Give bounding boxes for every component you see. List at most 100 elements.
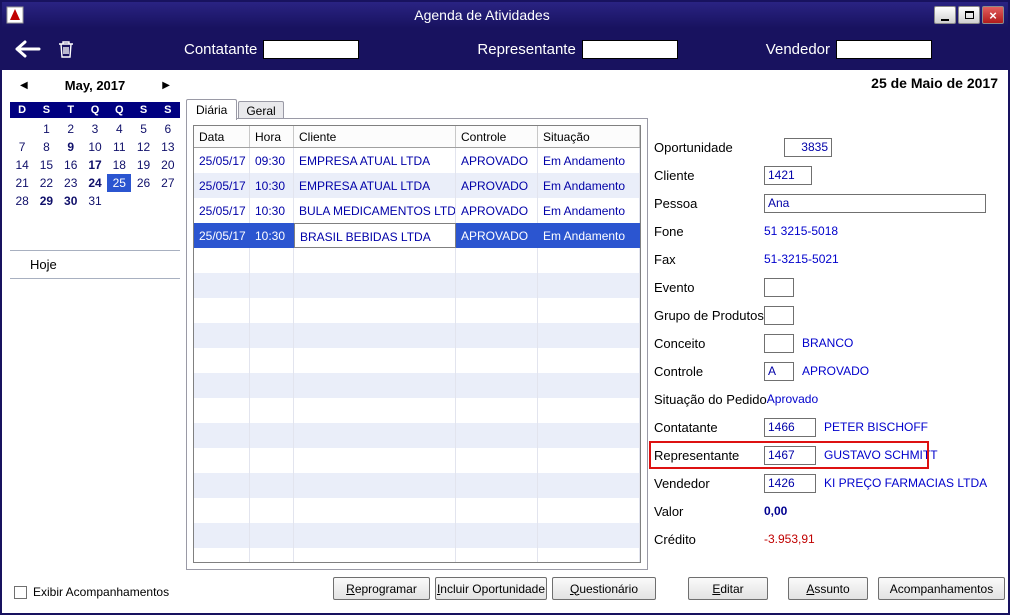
calendar-day-27[interactable]: 27 [156,174,180,192]
previous-month-icon[interactable]: ◀ [20,80,28,91]
toolbar: Contatante Representante Vendedor [2,28,1008,70]
calendar-day-31[interactable]: 31 [83,192,107,210]
calendar-empty-cell [107,192,131,210]
calendar-day-4[interactable]: 4 [107,120,131,138]
cell-hora: 10:30 [250,173,294,198]
controle-field[interactable]: A [764,361,794,381]
table-row[interactable]: 25/05/17 10:30 BULA MEDICAMENTOS LTDA APROV… [194,198,640,223]
column-header-cliente[interactable]: Cliente [294,126,456,147]
maximize-button[interactable] [958,6,980,24]
calendar-day-21[interactable]: 21 [10,174,34,192]
column-header-hora[interactable]: Hora [250,126,294,147]
table-row[interactable]: 25/05/17 09:30 EMPRESA ATUAL LTDA APROVADO E… [194,148,640,173]
calendar-day-17[interactable]: 17 [83,156,107,174]
table-row-empty [194,448,640,473]
column-header-data[interactable]: Data [194,126,250,147]
calendar-day-8[interactable]: 8 [34,138,58,156]
cell-hora [250,373,294,398]
calendar-day-25[interactable]: 25 [107,174,132,192]
calendar-day-19[interactable]: 19 [131,156,155,174]
calendar-day-22[interactable]: 22 [34,174,58,192]
grupo-de-produtos-field[interactable] [764,305,794,325]
today-button[interactable]: Hoje [10,251,180,278]
calendar-day-5[interactable]: 5 [131,120,155,138]
table-row[interactable]: 25/05/17 10:30 EMPRESA ATUAL LTDA APROVADO E… [194,173,640,198]
buttons-row: Reprogramar Incluir Oportunidade Questioná… [333,577,1005,600]
cliente-field[interactable]: 1421 [764,165,812,185]
table-row-empty [194,373,640,398]
calendar-day-11[interactable]: 11 [107,138,131,156]
editar-button[interactable]: Editar [688,577,768,600]
cell-situacao: Em Andamento [538,148,640,173]
calendar-day-16[interactable]: 16 [59,156,83,174]
credito-label: Crédito [654,531,696,547]
incluir-oportunidade-button[interactable]: Incluir Oportunidade [435,577,547,600]
calendar-day-18[interactable]: 18 [107,156,131,174]
reprogramar-button[interactable]: Reprogramar [333,577,430,600]
calendar-day-20[interactable]: 20 [156,156,180,174]
calendar-day-9[interactable]: 9 [59,138,83,156]
contatante-toolbar-input[interactable] [263,39,360,59]
vendedor-label: Vendedor [654,475,710,491]
minimize-icon [941,18,949,21]
vendedor-field[interactable]: 1426 [764,473,816,493]
next-month-icon[interactable]: ▶ [162,80,170,91]
table-row-empty [194,423,640,448]
cell-controle [456,498,538,523]
calendar-day-1[interactable]: 1 [34,120,58,138]
calendar-day-28[interactable]: 28 [10,192,34,210]
tab-diaria[interactable]: Diária [186,99,238,120]
calendar-title-row: ◀ May, 2017 ▶ [10,76,180,94]
calendar-day-6[interactable]: 6 [156,120,180,138]
column-header-controle[interactable]: Controle [456,126,538,147]
calendar-day-header: D [18,104,27,116]
calendar-day-26[interactable]: 26 [131,174,155,192]
calendar-day-14[interactable]: 14 [10,156,34,174]
tab-strip: Diária Geral [186,99,285,120]
calendar-day-30[interactable]: 30 [59,192,83,210]
close-button[interactable]: × [982,6,1004,24]
separator [10,278,180,279]
trash-icon[interactable] [58,40,74,58]
pessoa-field[interactable]: Ana [764,193,986,213]
calendar-day-3[interactable]: 3 [83,120,107,138]
conceito-field[interactable] [764,333,794,353]
minimize-button[interactable] [934,6,956,24]
calendar-day-12[interactable]: 12 [131,138,155,156]
situacao-do-pedido-label: Situação do Pedido [654,391,767,407]
calendar-day-header: S [139,104,148,116]
vendedor-toolbar-label: Vendedor [765,40,831,58]
exibir-acompanhamentos-checkbox[interactable] [14,585,27,599]
cell-hora [250,298,294,323]
vendedor-toolbar-input[interactable] [836,39,933,59]
cell-situacao: Em Andamento [538,173,640,198]
calendar-day-23[interactable]: 23 [59,174,83,192]
acompanhamentos-button[interactable]: Acompanhamentos [878,577,1005,600]
conceito-label: Conceito [654,335,706,351]
calendar-day-2[interactable]: 2 [59,120,83,138]
cell-data [194,323,250,348]
calendar-day-13[interactable]: 13 [156,138,180,156]
grupo-de-produtos-label: Grupo de Produtos [654,307,764,323]
cell-controle [456,473,538,498]
cell-controle [456,398,538,423]
calendar-day-7[interactable]: 7 [10,138,34,156]
oportunidade-field[interactable]: 3835 [784,137,832,157]
representante-field[interactable]: 1467 [764,445,816,465]
back-arrow-icon[interactable] [14,40,42,58]
representante-toolbar-input[interactable] [581,39,678,59]
cell-hora [250,423,294,448]
questionario-button[interactable]: Questionário [552,577,656,600]
table-row-empty [194,523,640,548]
cell-cliente [294,273,456,298]
calendar-day-15[interactable]: 15 [34,156,58,174]
table-row[interactable]: 25/05/17 10:30 BRASIL BEBIDAS LTDA APROVADO… [194,223,640,248]
calendar-day-29[interactable]: 29 [34,192,58,210]
cell-controle [456,523,538,548]
column-header-situacao[interactable]: Situação [538,126,640,147]
calendar-day-24[interactable]: 24 [83,174,107,192]
calendar-day-10[interactable]: 10 [83,138,107,156]
evento-field[interactable] [764,277,794,297]
assunto-button[interactable]: Assunto [788,577,868,600]
contatante-field[interactable]: 1466 [764,417,816,437]
